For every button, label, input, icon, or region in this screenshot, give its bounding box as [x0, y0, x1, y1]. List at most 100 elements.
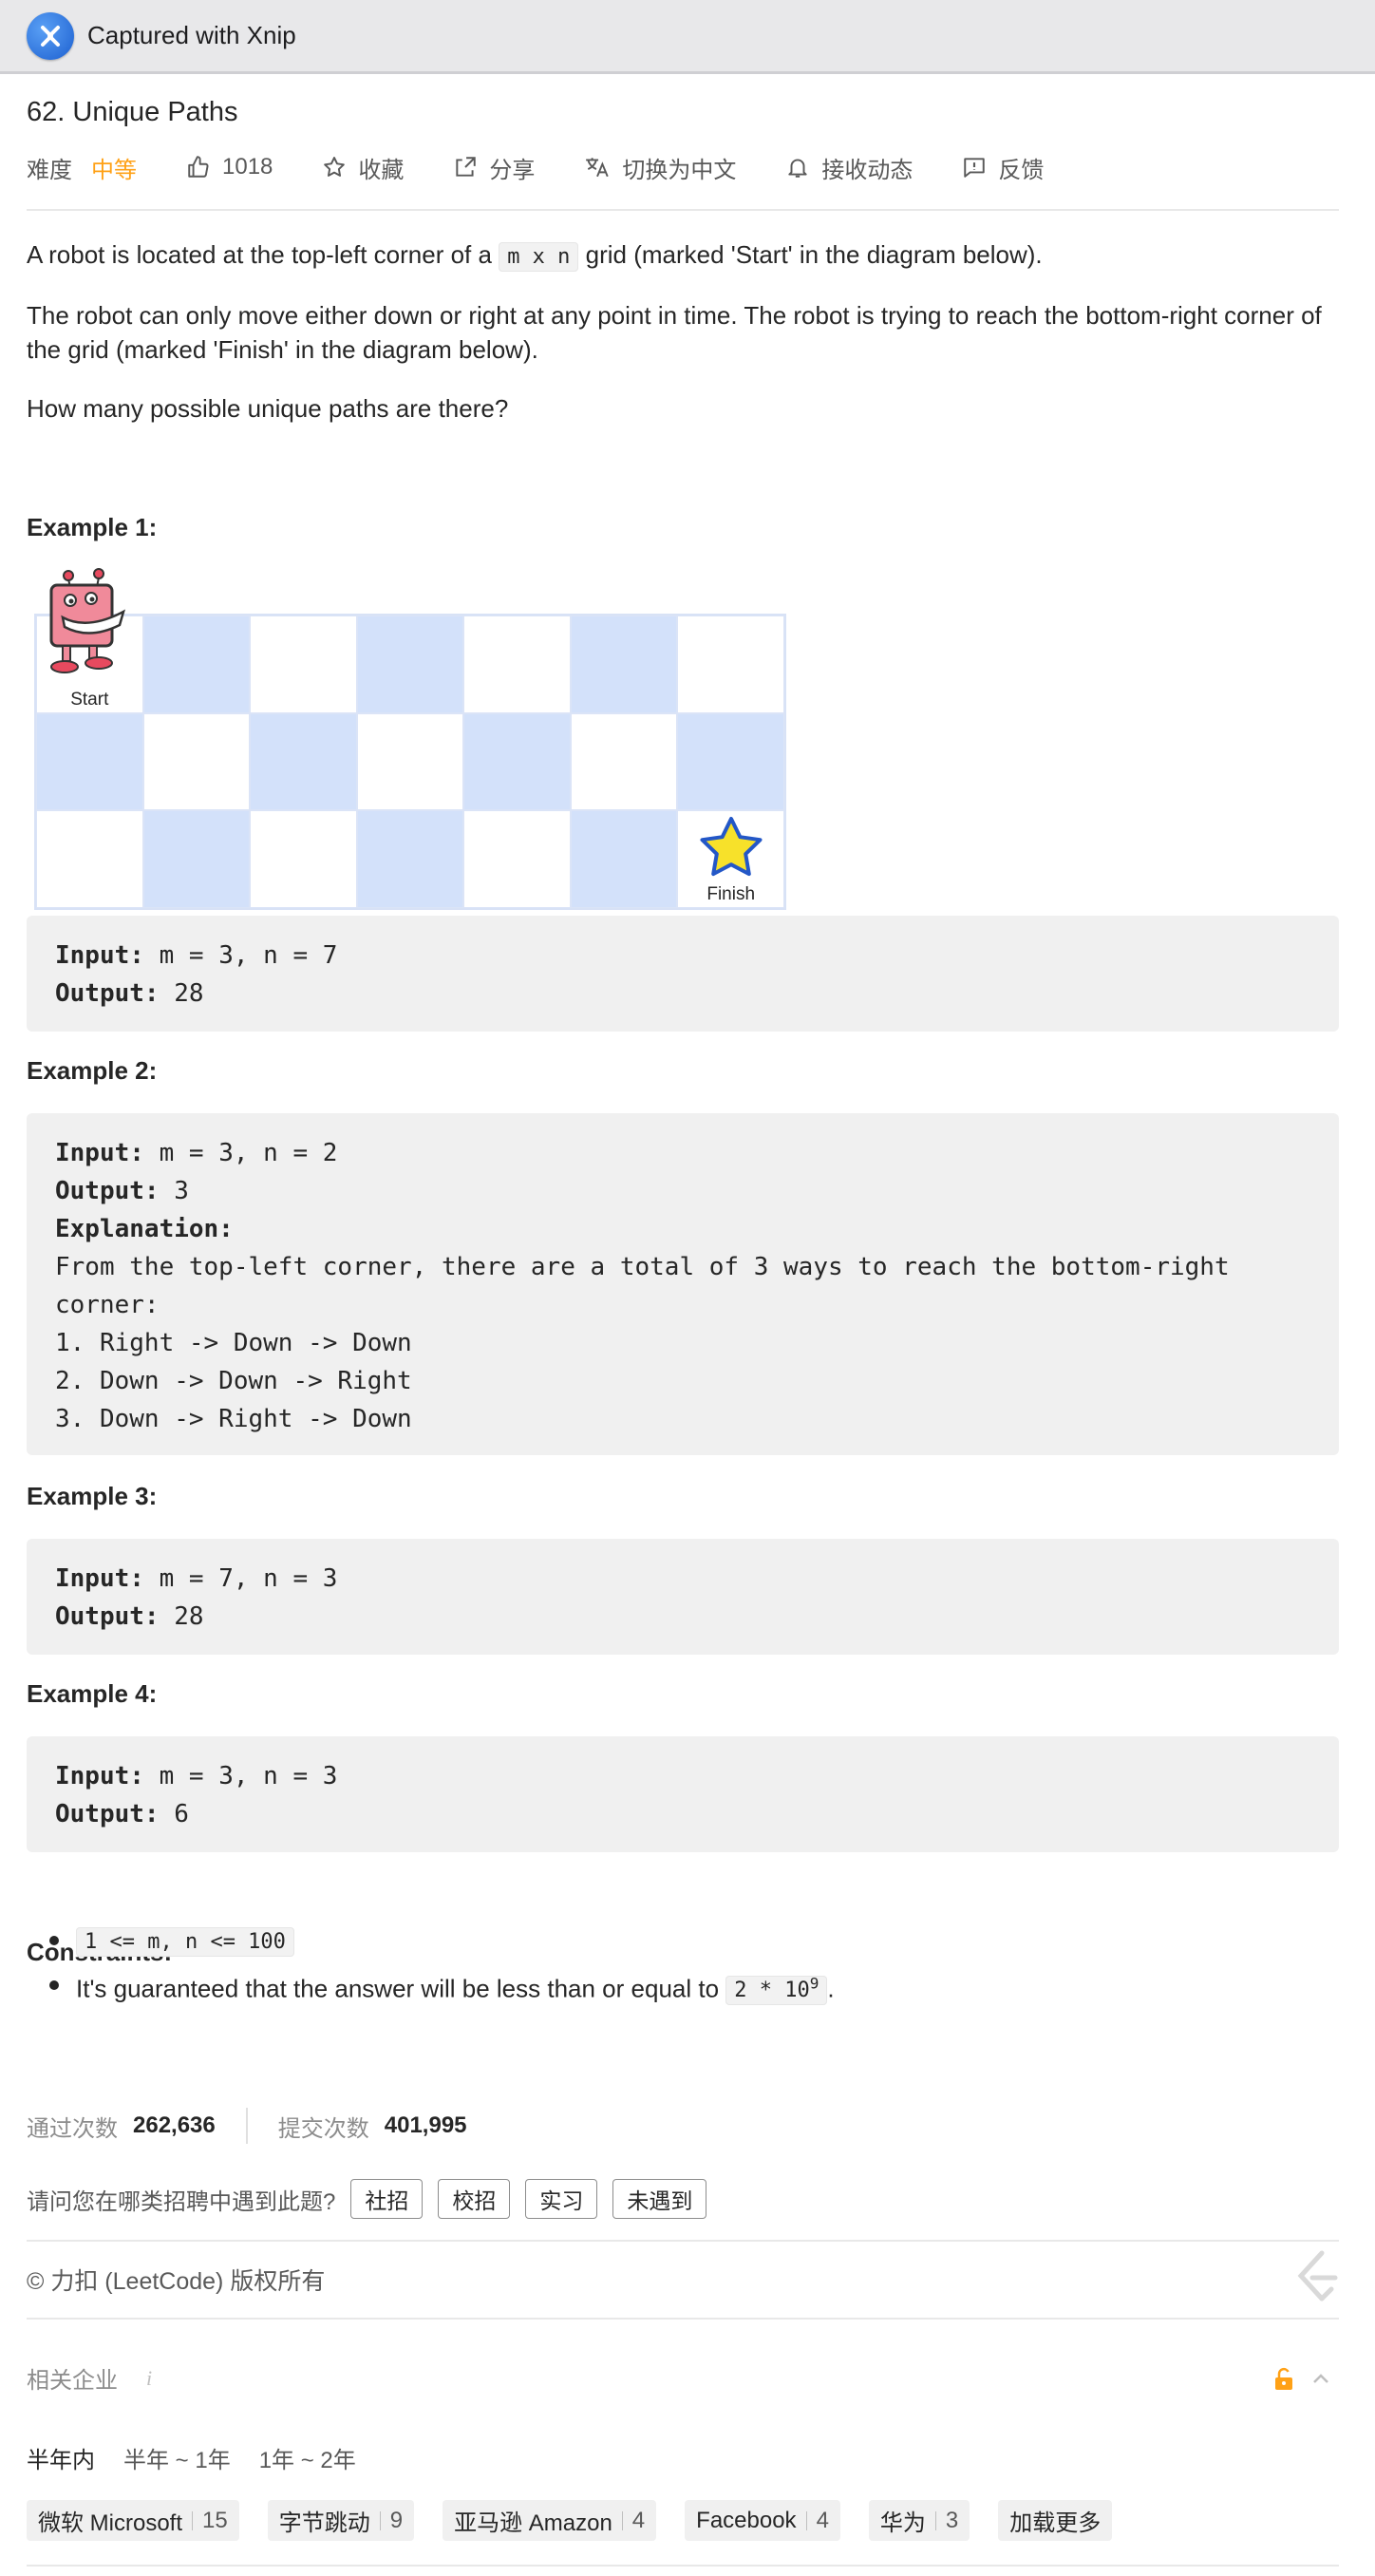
- time-filter-half-year[interactable]: 半年内: [27, 2441, 95, 2474]
- company-tag[interactable]: Facebook 4: [685, 2500, 840, 2541]
- grid-cell: [36, 712, 143, 811]
- divider: [245, 2108, 248, 2144]
- grid-cell: [250, 810, 357, 908]
- description-paragraph-3: How many possible unique paths are there…: [27, 394, 509, 423]
- submission-stats: 通过次数 262,636 提交次数 401,995: [27, 2107, 467, 2145]
- time-filter-one-to-two-years[interactable]: 1年 ~ 2年: [259, 2441, 356, 2474]
- submitted-count: 401,995: [384, 2112, 467, 2138]
- example-1-title: Example 1:: [27, 513, 158, 541]
- accepted-count: 262,636: [133, 2112, 216, 2138]
- problem-title: 62. Unique Paths: [27, 97, 238, 127]
- grid-cell: [142, 616, 251, 713]
- time-filter: 半年内 半年 ~ 1年 1年 ~ 2年: [27, 2441, 385, 2474]
- company-tag[interactable]: 华为 3: [868, 2500, 970, 2541]
- constraint-item: It's guaranteed that the answer will be …: [49, 1963, 835, 2012]
- time-filter-half-to-one-year[interactable]: 半年 ~ 1年: [123, 2441, 231, 2474]
- grid-cell: [570, 616, 678, 713]
- grid-cell: [356, 616, 464, 713]
- recruit-question: 请问您在哪类招聘中遇到此题?: [27, 2188, 336, 2215]
- leetcode-logo-icon: [1297, 2250, 1338, 2301]
- share-label: 分享: [489, 157, 536, 183]
- inline-code: m x n: [499, 242, 579, 272]
- copyright-text: © 力扣 (LeetCode) 版权所有: [27, 2268, 326, 2295]
- divider: [27, 2565, 1339, 2567]
- divider: [27, 2318, 1339, 2320]
- finish-star-icon: [700, 817, 763, 877]
- favorite-label: 收藏: [358, 157, 405, 183]
- share-icon: [456, 157, 477, 177]
- like-count: 1018: [222, 154, 273, 180]
- example-4-title: Example 4:: [27, 1679, 158, 1708]
- example-3-code-block: Input: m = 7, n = 3 Output: 28: [27, 1539, 1339, 1655]
- example-2-title: Example 2:: [27, 1056, 158, 1085]
- difficulty-label: 难度: [27, 157, 72, 183]
- feedback-icon: [964, 158, 986, 178]
- favorite-button[interactable]: 收藏: [322, 151, 404, 184]
- difficulty: 难度 中等: [27, 151, 137, 184]
- grid-cell: [142, 810, 251, 908]
- example-4-code-block: Input: m = 3, n = 3 Output: 6: [27, 1736, 1339, 1852]
- robot-icon: [49, 568, 126, 673]
- bell-icon: [788, 159, 808, 178]
- switch-language-button[interactable]: 切换为中文: [584, 151, 736, 184]
- example-1-code-block: Input: m = 3, n = 7 Output: 28: [27, 916, 1339, 1032]
- company-tag[interactable]: 亚马逊 Amazon 4: [443, 2500, 657, 2541]
- problem-meta-bar: 难度 中等 1018 收藏 分享 切换为中文 接收动态 反馈: [27, 150, 1339, 184]
- constraints-list: 1 <= m, n <= 100 It's guaranteed that th…: [49, 1919, 835, 2012]
- grid-cell: [463, 616, 571, 713]
- finish-label: Finish: [706, 883, 756, 904]
- divider: [27, 209, 1339, 211]
- grid-cell: [677, 712, 784, 811]
- info-icon[interactable]: i: [146, 2366, 152, 2391]
- feedback-button[interactable]: 反馈: [962, 151, 1044, 184]
- grid-cell: [142, 712, 251, 811]
- description-paragraph-2: The robot can only move either down or r…: [27, 301, 1322, 364]
- window-title: Captured with Xnip: [87, 21, 296, 49]
- load-more-button[interactable]: 加载更多: [998, 2500, 1113, 2541]
- grid-cell: [356, 712, 464, 811]
- company-tag[interactable]: 字节跳动 9: [267, 2500, 415, 2541]
- grid-cell: [250, 616, 357, 713]
- recruit-option-campus[interactable]: 校招: [438, 2179, 511, 2219]
- company-tag[interactable]: 微软 Microsoft 15: [27, 2500, 239, 2541]
- thumbs-up-icon: [188, 156, 209, 178]
- subscribe-button[interactable]: 接收动态: [785, 151, 913, 184]
- grid-cell: [250, 712, 357, 811]
- submitted-label: 提交次数: [277, 2115, 369, 2142]
- grid-cell: [570, 712, 678, 811]
- grid-cell: [463, 712, 571, 811]
- related-companies-header: 相关企业 i: [27, 2361, 152, 2395]
- share-button[interactable]: 分享: [453, 151, 535, 184]
- recruit-option-never[interactable]: 未遇到: [612, 2179, 707, 2219]
- xnip-logo-icon: [27, 11, 74, 60]
- unlock-icon[interactable]: [1272, 2367, 1295, 2392]
- grid-cell-finish: Finish: [677, 810, 784, 908]
- chevron-up-icon[interactable]: [1310, 2369, 1331, 2390]
- description-paragraph-1: A robot is located at the top-left corne…: [27, 237, 1339, 275]
- difficulty-value: 中等: [91, 157, 137, 183]
- grid-cell: [677, 616, 784, 713]
- grid-diagram: Start Finish: [34, 614, 786, 910]
- recruit-option-intern[interactable]: 实习: [525, 2179, 598, 2219]
- example-2-code-block: Input: m = 3, n = 2 Output: 3 Explanatio…: [27, 1113, 1339, 1455]
- star-icon: [324, 157, 346, 177]
- inline-code: 1 <= m, n <= 100: [76, 1927, 294, 1957]
- grid-cell: [570, 810, 678, 908]
- app-titlebar: Captured with Xnip: [0, 0, 1375, 74]
- like-button[interactable]: 1018: [186, 154, 273, 180]
- feedback-label: 反馈: [998, 157, 1045, 183]
- grid-cell: [36, 810, 143, 908]
- translate-icon: [586, 158, 610, 178]
- start-label: Start: [70, 689, 109, 710]
- grid-cell: [356, 810, 464, 908]
- accepted-label: 通过次数: [27, 2115, 118, 2142]
- company-tags: 微软 Microsoft 15 字节跳动 9 亚马逊 Amazon 4 Faceboo…: [27, 2500, 1140, 2541]
- subscribe-label: 接收动态: [821, 157, 914, 183]
- divider: [27, 2240, 1339, 2242]
- recruit-survey: 请问您在哪类招聘中遇到此题? 社招 校招 实习 未遇到: [27, 2179, 707, 2219]
- related-companies-title: 相关企业: [27, 2368, 118, 2394]
- recruit-option-social[interactable]: 社招: [350, 2179, 424, 2219]
- grid-cell: [463, 810, 571, 908]
- constraint-item: 1 <= m, n <= 100: [49, 1919, 835, 1963]
- switch-language-label: 切换为中文: [622, 157, 737, 183]
